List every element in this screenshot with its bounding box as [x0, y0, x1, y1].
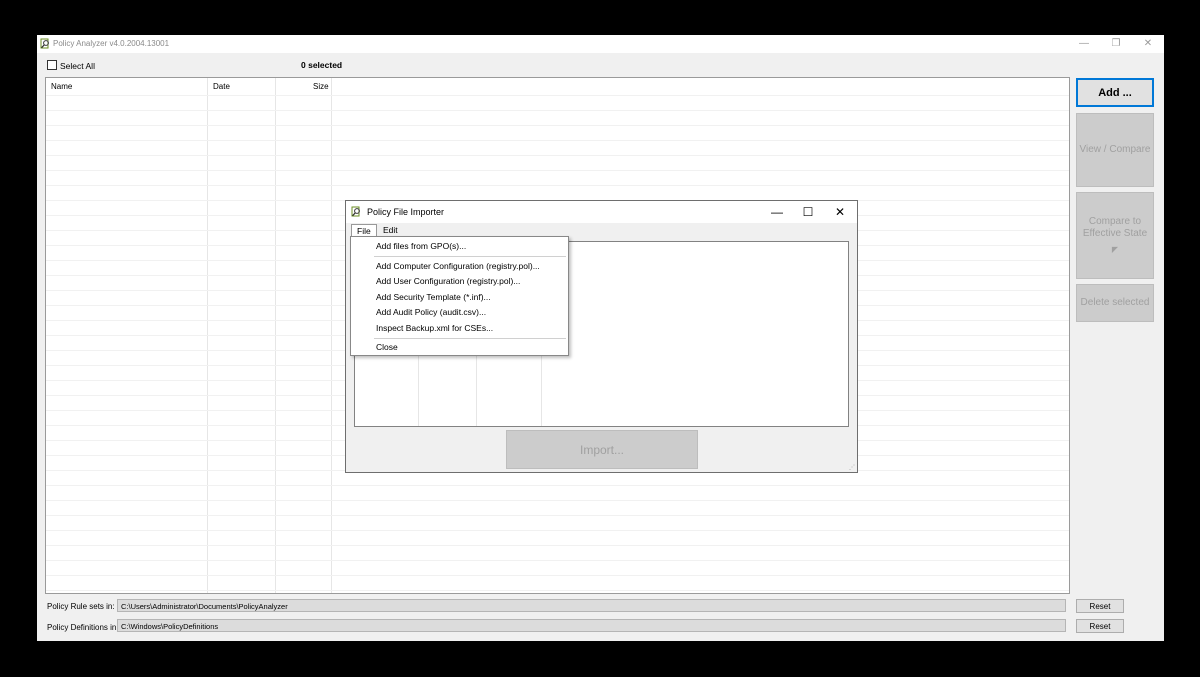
grid-row-line [46, 575, 1069, 576]
minimize-icon[interactable]: — [763, 203, 791, 221]
close-icon[interactable]: ✕ [826, 203, 854, 221]
select-all-label: Select All [60, 61, 95, 71]
shield-icon: ◤ [1111, 244, 1119, 254]
dialog-title: Policy File Importer [367, 207, 445, 217]
reset-rule-sets-button[interactable]: Reset [1076, 599, 1124, 613]
menu-separator [374, 338, 566, 339]
compare-effective-state-button[interactable]: Compare to Effective State ◤ [1076, 192, 1154, 279]
maximize-icon[interactable]: ☐ [794, 203, 822, 221]
window-title: Policy Analyzer v4.0.2004.13001 [53, 39, 170, 48]
grid-row-line [46, 545, 1069, 546]
grid-row-line [46, 125, 1069, 126]
minimize-icon[interactable]: — [1069, 36, 1099, 51]
grid-row-line [46, 485, 1069, 486]
definitions-path-field[interactable]: C:\Windows\PolicyDefinitions [117, 619, 1066, 632]
grid-row-line [46, 185, 1069, 186]
column-divider [476, 352, 477, 426]
grid-row-line [46, 515, 1069, 516]
resize-grip-icon[interactable]: ⋰ [849, 464, 855, 471]
column-divider [541, 352, 542, 426]
grid-row-line [46, 560, 1069, 561]
definitions-label: Policy Definitions in: [47, 623, 119, 632]
add-button[interactable]: Add ... [1076, 78, 1154, 107]
menu-item-add-computer-config[interactable]: Add Computer Configuration (registry.pol… [376, 261, 540, 271]
menu-item-inspect-backup[interactable]: Inspect Backup.xml for CSEs... [376, 323, 493, 333]
column-header-date[interactable]: Date [213, 82, 230, 91]
column-header-name[interactable]: Name [51, 82, 72, 91]
grid-row-line [46, 170, 1069, 171]
restore-icon[interactable]: ❐ [1101, 36, 1131, 51]
dialog-title-bar: Policy File Importer — ☐ ✕ [346, 201, 857, 223]
delete-selected-button[interactable]: Delete selected [1076, 284, 1154, 322]
file-menu-dropdown: Add files from GPO(s)... Add Computer Co… [350, 236, 569, 356]
menu-item-add-audit-policy[interactable]: Add Audit Policy (audit.csv)... [376, 307, 486, 317]
title-bar: Policy Analyzer v4.0.2004.13001 — ❐ ✕ [37, 35, 1164, 53]
grid-row-line [46, 95, 1069, 96]
selected-count: 0 selected [301, 60, 343, 70]
rule-sets-label: Policy Rule sets in: [47, 602, 115, 611]
menu-item-close[interactable]: Close [376, 342, 398, 352]
select-all-checkbox[interactable] [47, 60, 57, 70]
view-compare-button[interactable]: View / Compare [1076, 113, 1154, 187]
compare-effective-state-label: Compare to Effective State [1082, 215, 1148, 239]
grid-row-line [46, 110, 1069, 111]
grid-row-line [46, 590, 1069, 591]
rule-sets-path-field[interactable]: C:\Users\Administrator\Documents\PolicyA… [117, 599, 1066, 612]
menu-item-add-security-template[interactable]: Add Security Template (*.inf)... [376, 292, 491, 302]
close-icon[interactable]: ✕ [1133, 36, 1163, 51]
grid-row-line [46, 500, 1069, 501]
import-button[interactable]: Import... [506, 430, 698, 469]
menu-item-add-gpo[interactable]: Add files from GPO(s)... [376, 241, 466, 251]
magnifier-app-icon [351, 206, 360, 217]
grid-row-line [46, 140, 1069, 141]
menu-item-add-user-config[interactable]: Add User Configuration (registry.pol)... [376, 276, 520, 286]
menu-separator [374, 256, 566, 257]
reset-definitions-button[interactable]: Reset [1076, 619, 1124, 633]
grid-row-line [46, 530, 1069, 531]
column-header-size[interactable]: Size [313, 82, 329, 91]
magnifier-app-icon [40, 38, 49, 49]
grid-row-line [46, 155, 1069, 156]
column-divider [418, 352, 419, 426]
